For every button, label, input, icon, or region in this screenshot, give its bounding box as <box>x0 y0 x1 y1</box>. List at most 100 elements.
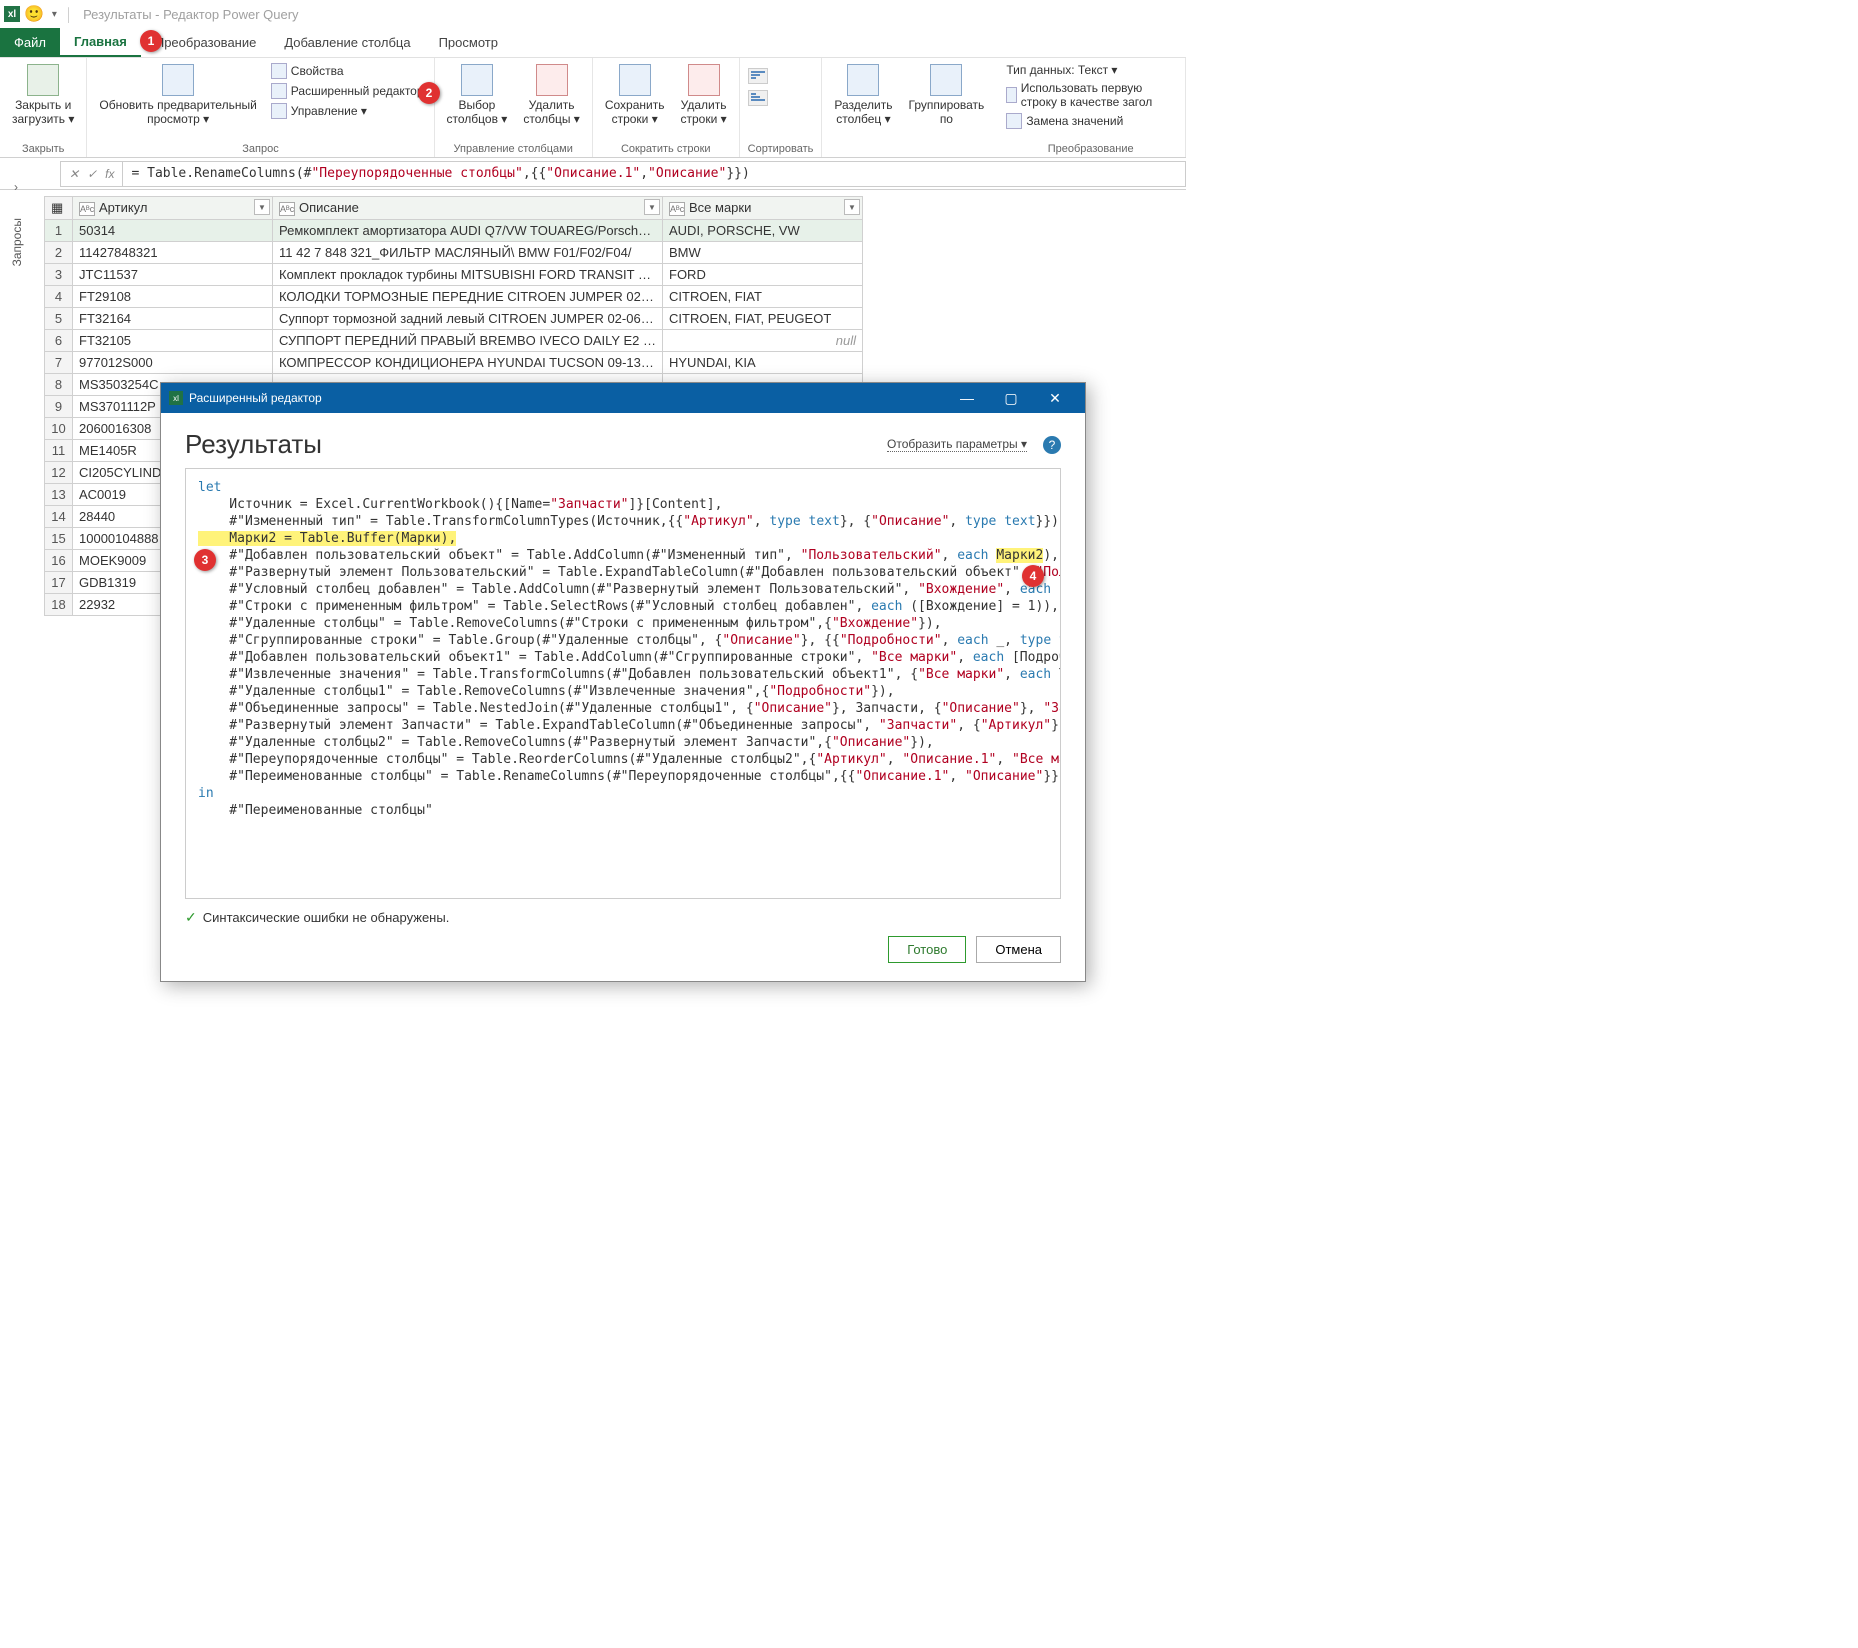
title-bar: xl 🙂 ▾ │ Результаты - Редактор Power Que… <box>0 0 1186 28</box>
cell-marki[interactable]: HYUNDAI, KIA <box>663 352 863 374</box>
cell-marki[interactable]: CITROEN, FIAT <box>663 286 863 308</box>
cell-opisanie[interactable]: 11 42 7 848 321_ФИЛЬТР МАСЛЯНЫЙ\ BMW F01… <box>273 242 663 264</box>
row-number[interactable]: 12 <box>45 462 73 484</box>
cell-marki[interactable]: AUDI, PORSCHE, VW <box>663 220 863 242</box>
tab-home[interactable]: Главная <box>60 28 141 57</box>
help-icon[interactable]: ? <box>1043 436 1061 454</box>
cell-marki[interactable]: BMW <box>663 242 863 264</box>
cancel-button[interactable]: Отмена <box>976 936 1061 963</box>
fx-icon[interactable]: fx <box>105 167 114 181</box>
group-rows-label: Сократить строки <box>601 141 731 157</box>
split-column-button[interactable]: Разделить столбец ▾ <box>830 62 896 128</box>
col-header-artikul[interactable]: AᴮcАртикул▼ <box>73 197 273 220</box>
keep-rows-button[interactable]: Сохранить строки ▾ <box>601 62 669 128</box>
cell-opisanie[interactable]: Комплект прокладок турбины MITSUBISHI FO… <box>273 264 663 286</box>
sort-asc-button[interactable] <box>748 68 768 84</box>
cell-opisanie[interactable]: КОМПРЕССОР КОНДИЦИОНЕРА HYUNDAI TUCSON 0… <box>273 352 663 374</box>
tab-add-column[interactable]: Добавление столбца <box>270 28 424 57</box>
callout-3: 3 <box>194 549 216 571</box>
cell-opisanie[interactable]: КОЛОДКИ ТОРМОЗНЫЕ ПЕРЕДНИЕ CITROEN JUMPE… <box>273 286 663 308</box>
cell-marki[interactable]: CITROEN, FIAT, PEUGEOT <box>663 308 863 330</box>
row-number[interactable]: 13 <box>45 484 73 506</box>
row-number[interactable]: 3 <box>45 264 73 286</box>
table-row[interactable]: 5FT32164Суппорт тормозной задний левый C… <box>45 308 863 330</box>
row-number[interactable]: 8 <box>45 374 73 396</box>
group-transform-label: Преобразование <box>1004 141 1177 157</box>
cell-artikul[interactable]: FT32164 <box>73 308 273 330</box>
fx-accept[interactable]: ✓ <box>87 167 97 181</box>
maximize-button[interactable]: ▢ <box>989 390 1033 407</box>
row-number[interactable]: 18 <box>45 594 73 616</box>
row-number[interactable]: 5 <box>45 308 73 330</box>
row-number[interactable]: 1 <box>45 220 73 242</box>
sort-desc-button[interactable] <box>748 90 768 106</box>
queries-panel-label[interactable]: Запросы <box>10 218 24 266</box>
cell-opisanie[interactable]: Суппорт тормозной задний левый CITROEN J… <box>273 308 663 330</box>
dialog-titlebar[interactable]: xl Расширенный редактор ― ▢ ✕ <box>161 383 1085 413</box>
row-number[interactable]: 14 <box>45 506 73 528</box>
cell-artikul[interactable]: FT32105 <box>73 330 273 352</box>
row-number[interactable]: 2 <box>45 242 73 264</box>
table-row[interactable]: 4FT29108КОЛОДКИ ТОРМОЗНЫЕ ПЕРЕДНИЕ CITRO… <box>45 286 863 308</box>
remove-rows-button[interactable]: Удалить строки ▾ <box>676 62 730 128</box>
table-row[interactable]: 6FT32105СУППОРТ ПЕРЕДНИЙ ПРАВЫЙ BREMBO I… <box>45 330 863 352</box>
group-close: Закрыть и загрузить ▾ Закрыть <box>0 58 87 157</box>
cell-opisanie[interactable]: СУППОРТ ПЕРЕДНИЙ ПРАВЫЙ BREMBO IVECO DAI… <box>273 330 663 352</box>
window-title: Результаты - Редактор Power Query <box>83 7 298 22</box>
table-corner[interactable]: ▦ <box>45 197 73 220</box>
remove-columns-button[interactable]: Удалить столбцы ▾ <box>519 62 584 128</box>
row-number[interactable]: 10 <box>45 418 73 440</box>
row-number[interactable]: 17 <box>45 572 73 594</box>
col-header-marki[interactable]: AᴮcВсе марки▼ <box>663 197 863 220</box>
refresh-preview-button[interactable]: Обновить предварительный просмотр ▾ <box>95 62 260 128</box>
replace-values-button[interactable]: Замена значений <box>1004 112 1177 130</box>
row-number[interactable]: 15 <box>45 528 73 550</box>
tab-view[interactable]: Просмотр <box>425 28 512 57</box>
queries-expand-icon[interactable]: › <box>14 180 18 194</box>
code-editor[interactable]: let Источник = Excel.CurrentWorkbook(){[… <box>185 468 1061 899</box>
group-reduce-rows: Сохранить строки ▾ Удалить строки ▾ Сокр… <box>593 58 740 157</box>
cell-artikul[interactable]: 11427848321 <box>73 242 273 264</box>
row-number[interactable]: 11 <box>45 440 73 462</box>
close-button[interactable]: ✕ <box>1033 390 1077 407</box>
group-by-button[interactable]: Группировать по <box>905 62 989 128</box>
cell-artikul[interactable]: 50314 <box>73 220 273 242</box>
row-number[interactable]: 6 <box>45 330 73 352</box>
cell-marki[interactable]: null <box>663 330 863 352</box>
row-number[interactable]: 7 <box>45 352 73 374</box>
choose-columns-button[interactable]: Выбор столбцов ▾ <box>443 62 512 128</box>
table-row[interactable]: 3JTC11537Комплект прокладок турбины MITS… <box>45 264 863 286</box>
minimize-button[interactable]: ― <box>945 390 989 406</box>
row-number[interactable]: 4 <box>45 286 73 308</box>
close-load-button[interactable]: Закрыть и загрузить ▾ <box>8 62 78 128</box>
done-button[interactable]: Готово <box>888 936 966 963</box>
check-icon: ✓ <box>185 909 197 926</box>
fx-cancel[interactable]: ✕ <box>69 167 79 181</box>
group-split: Разделить столбец ▾ Группировать по <box>822 58 996 157</box>
row-number[interactable]: 16 <box>45 550 73 572</box>
display-options-link[interactable]: Отобразить параметры ▾ <box>887 437 1027 452</box>
row-number[interactable]: 9 <box>45 396 73 418</box>
advanced-editor-button[interactable]: Расширенный редактор <box>269 82 426 100</box>
group-cols-label: Управление столбцами <box>443 141 584 157</box>
ribbon: Закрыть и загрузить ▾ Закрыть Обновить п… <box>0 58 1186 158</box>
cell-artikul[interactable]: FT29108 <box>73 286 273 308</box>
cell-artikul[interactable]: 977012S000 <box>73 352 273 374</box>
table-row[interactable]: 7977012S000КОМПРЕССОР КОНДИЦИОНЕРА HYUND… <box>45 352 863 374</box>
group-query-label: Запрос <box>95 141 425 157</box>
properties-button[interactable]: Свойства <box>269 62 426 80</box>
use-first-row-headers[interactable]: Использовать первую строку в качестве за… <box>1004 80 1177 110</box>
cell-marki[interactable]: FORD <box>663 264 863 286</box>
col-header-opisanie[interactable]: AᴮcОписание▼ <box>273 197 663 220</box>
table-row[interactable]: 150314Ремкомплект амортизатора AUDI Q7/V… <box>45 220 863 242</box>
query-name-heading: Результаты <box>185 429 322 460</box>
manage-button[interactable]: Управление ▾ <box>269 102 426 120</box>
face-icon[interactable]: 🙂 <box>24 4 44 24</box>
formula-input[interactable]: = Table.RenameColumns(#"Переупорядоченны… <box>122 161 1186 187</box>
cell-opisanie[interactable]: Ремкомплект амортизатора AUDI Q7/VW TOUA… <box>273 220 663 242</box>
cell-artikul[interactable]: JTC11537 <box>73 264 273 286</box>
data-type-dropdown[interactable]: Тип данных: Текст ▾ <box>1004 62 1177 78</box>
tab-file[interactable]: Файл <box>0 28 60 57</box>
qat-dropdown[interactable]: ▾ <box>48 9 61 20</box>
table-row[interactable]: 211427848321 11 42 7 848 321_ФИЛЬТР МАСЛ… <box>45 242 863 264</box>
